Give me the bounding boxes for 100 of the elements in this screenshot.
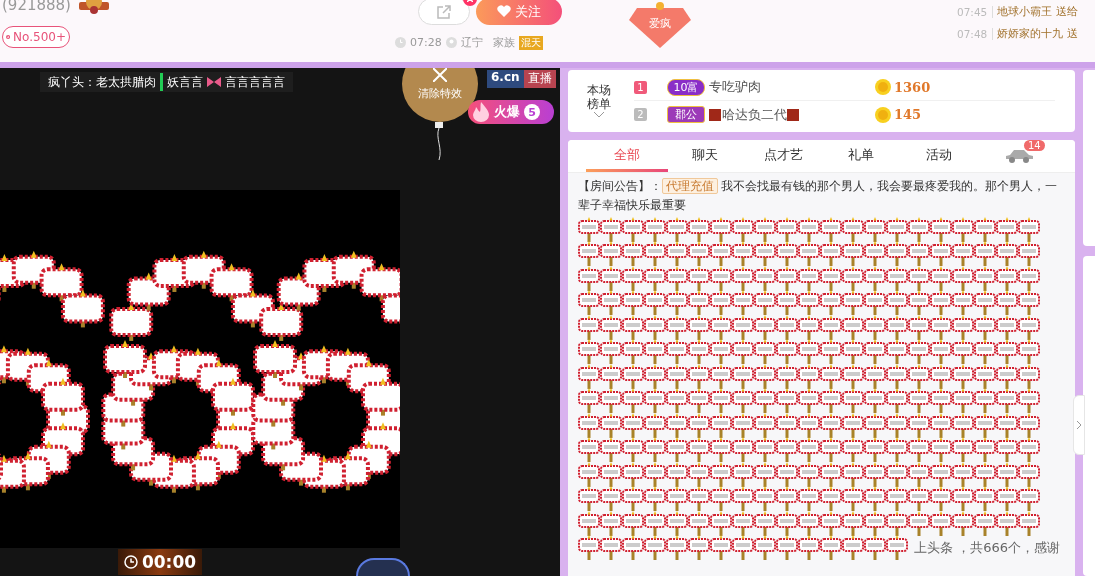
- car-badge: 14: [1024, 140, 1045, 151]
- sign-icon: [974, 510, 996, 536]
- sign-icon: [600, 535, 622, 561]
- sign-icon: [600, 363, 622, 389]
- level-crest-icon: [76, 0, 111, 16]
- sign-icon: [622, 486, 644, 512]
- sign-icon: [908, 510, 930, 536]
- sign-icon: [908, 461, 930, 487]
- sign-icon: [666, 437, 688, 463]
- user-name[interactable]: 专吃驴肉: [709, 78, 761, 96]
- sign-icon: [622, 339, 644, 365]
- chevron-down-icon[interactable]: [593, 111, 605, 119]
- sign-icon: [710, 412, 732, 438]
- sign-icon: [776, 216, 798, 242]
- sign-icon: [820, 510, 842, 536]
- sign-icon: [974, 290, 996, 316]
- sign-icon: [908, 241, 930, 267]
- sign-icon: [578, 461, 600, 487]
- sign-icon: [600, 265, 622, 291]
- score: 145: [894, 107, 922, 122]
- sign-icon: [996, 216, 1018, 242]
- sign-icon: [820, 216, 842, 242]
- car-button[interactable]: [1004, 149, 1034, 163]
- sign-icon: [622, 437, 644, 463]
- sign-icon: [996, 363, 1018, 389]
- sign-icon: [842, 388, 864, 414]
- bow-icon: [207, 76, 221, 88]
- clock-icon: [395, 37, 406, 48]
- sign-icon: [776, 363, 798, 389]
- sign-icon: [754, 510, 776, 536]
- room-notice: 【房间公告】： 代理充值 我不会找最有钱的那个男人，我会要最疼爱我的。那个男人，一辈子幸福快乐最重要: [578, 177, 1058, 214]
- sign-icon: [996, 290, 1018, 316]
- sign-icon: [908, 486, 930, 512]
- sign-icon: [974, 241, 996, 267]
- coin-icon: [875, 79, 891, 95]
- feed-message: 娇娇家的十九 送: [997, 27, 1078, 41]
- sign-icon: [798, 535, 820, 561]
- sign-icon: [776, 290, 798, 316]
- sign-icon: [644, 265, 666, 291]
- sign-icon: [754, 461, 776, 487]
- sign-icon: [930, 461, 952, 487]
- clock-icon: [123, 555, 138, 569]
- sign-icon: [600, 510, 622, 536]
- sign-icon: [1018, 241, 1040, 267]
- sign-icon: [622, 412, 644, 438]
- sign-icon: [820, 241, 842, 267]
- sign-icon: [622, 388, 644, 414]
- sign-icon: [688, 265, 710, 291]
- sign-icon: [908, 437, 930, 463]
- sign-icon: [754, 535, 776, 561]
- share-button[interactable]: [418, 0, 470, 25]
- user-badge: 10富: [667, 78, 705, 96]
- sign-icon: [688, 486, 710, 512]
- rank-badge[interactable]: No.500+: [2, 26, 70, 48]
- sign-icon: [776, 461, 798, 487]
- sign-icon: [820, 461, 842, 487]
- sign-icon: [820, 363, 842, 389]
- leaderboard-title: 榜单: [587, 97, 611, 111]
- sign-icon: [864, 388, 886, 414]
- sign-icon: [578, 412, 600, 438]
- sign-icon: [688, 535, 710, 561]
- user-name[interactable]: 哈达负二代: [722, 105, 787, 124]
- sign-icon: [996, 241, 1018, 267]
- sign-icon: [776, 510, 798, 536]
- sign-icon: [798, 216, 820, 242]
- sign-icon: [1018, 290, 1040, 316]
- sign-icon: [578, 265, 600, 291]
- sign-icon: [974, 461, 996, 487]
- sign-icon: [842, 510, 864, 536]
- sign-icon: [754, 486, 776, 512]
- sign-icon: [864, 241, 886, 267]
- sign-icon: [974, 339, 996, 365]
- sign-icon: [996, 388, 1018, 414]
- sign-icon: [622, 314, 644, 340]
- sign-icon: [1018, 216, 1040, 242]
- sign-icon: [776, 535, 798, 561]
- danmaku-text: 言言言言言: [225, 73, 285, 91]
- sign-icon: [732, 290, 754, 316]
- sign-icon: [688, 461, 710, 487]
- sign-icon: [754, 314, 776, 340]
- sign-icon: [930, 290, 952, 316]
- close-icon: [433, 68, 447, 82]
- car-icon: [1004, 149, 1034, 163]
- sign-icon: [710, 241, 732, 267]
- sign-icon: [886, 461, 908, 487]
- sign-icon: [996, 265, 1018, 291]
- sign-icon: [974, 486, 996, 512]
- sign-icon: [600, 437, 622, 463]
- heat-badge[interactable]: 火爆 5: [468, 100, 554, 124]
- sign-icon: [930, 388, 952, 414]
- sign-icon: [666, 461, 688, 487]
- sign-icon: [600, 241, 622, 267]
- sign-icon: [622, 461, 644, 487]
- sign-icon: [996, 339, 1018, 365]
- sign-icon: [622, 241, 644, 267]
- sign-icon: [732, 461, 754, 487]
- avatar[interactable]: [356, 558, 410, 576]
- sign-icon: [1018, 388, 1040, 414]
- sign-icon: [842, 486, 864, 512]
- sign-icon: [644, 388, 666, 414]
